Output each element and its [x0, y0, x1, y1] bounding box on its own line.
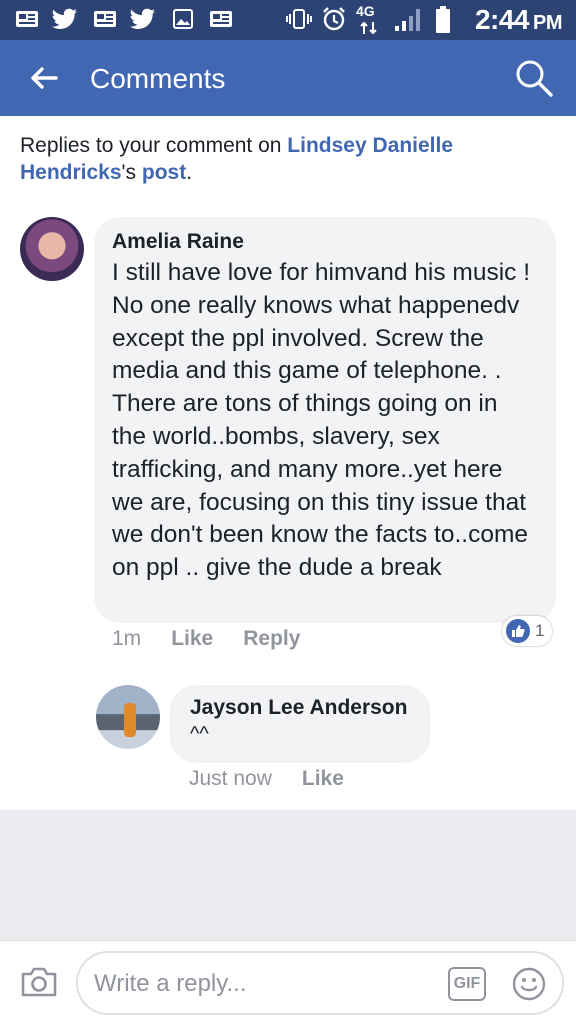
back-button[interactable] — [24, 60, 64, 96]
reply-input[interactable] — [94, 967, 424, 1001]
reply-timestamp: Just now — [189, 767, 272, 790]
camera-icon — [21, 967, 57, 997]
reply-author[interactable]: Jayson Lee Anderson — [190, 695, 412, 721]
search-icon — [516, 60, 553, 97]
clock-time: 2:44 — [474, 4, 530, 35]
empty-background — [0, 810, 576, 940]
reply-input-container: GIF — [76, 951, 564, 1015]
search-button[interactable] — [512, 56, 556, 100]
reaction-summary[interactable]: 1 — [502, 616, 552, 646]
intro-possessive: 's — [121, 161, 142, 184]
news-notification-icon — [14, 8, 40, 30]
news-notification-icon-2 — [92, 8, 118, 30]
reply-text: ^^ — [190, 723, 209, 745]
twitter-notification-icon — [52, 8, 78, 30]
comments-thread: Replies to your comment on Lindsey Danie… — [0, 116, 576, 810]
reply-composer: GIF — [0, 940, 576, 1024]
camera-button[interactable] — [18, 963, 60, 1001]
network-type-label: 4G — [356, 3, 375, 19]
status-bar: 4G 2:44 PM — [0, 0, 576, 40]
app-header: Comments — [0, 40, 576, 116]
comment-like-button[interactable]: Like — [171, 627, 213, 650]
data-arrows-icon — [356, 20, 382, 36]
reply-like-button[interactable]: Like — [302, 767, 344, 790]
back-arrow-icon — [31, 67, 58, 89]
smiley-icon — [512, 967, 546, 1001]
image-notification-icon — [172, 8, 194, 30]
signal-strength-icon — [392, 8, 426, 31]
avatar-jayson-lee-anderson[interactable] — [96, 685, 160, 749]
comment-author[interactable]: Amelia Raine — [112, 229, 536, 255]
news-notification-icon-3 — [208, 8, 234, 30]
like-reaction-icon — [506, 619, 530, 643]
battery-icon — [432, 6, 454, 34]
intro-prefix: Replies to your comment on — [20, 134, 288, 157]
comment-actions: 1m Like Reply — [112, 626, 330, 652]
reaction-count: 1 — [535, 621, 545, 640]
page-title: Comments — [90, 63, 226, 94]
vibrate-icon — [284, 8, 314, 30]
status-clock: 2:44 PM — [474, 4, 563, 39]
clock-ampm: PM — [533, 12, 563, 34]
comment-timestamp: 1m — [112, 627, 142, 650]
comment-reply-button[interactable]: Reply — [243, 627, 300, 650]
avatar-amelia-raine[interactable] — [20, 217, 84, 281]
intro-suffix: . — [186, 161, 193, 184]
alarm-icon — [320, 7, 348, 31]
comment-bubble[interactable]: Amelia Raine I still have love for himva… — [94, 217, 556, 623]
reply-bubble[interactable]: Jayson Lee Anderson ^^ — [170, 685, 430, 763]
post-link[interactable]: post — [142, 161, 186, 184]
gif-button[interactable]: GIF — [448, 967, 486, 1001]
reply-actions: Just now Like — [189, 766, 374, 792]
comment-text: I still have love for himvand his music … — [112, 259, 531, 582]
replies-intro: Replies to your comment on Lindsey Danie… — [20, 132, 550, 186]
emoji-button[interactable] — [510, 965, 548, 1003]
twitter-notification-icon-2 — [130, 8, 156, 30]
